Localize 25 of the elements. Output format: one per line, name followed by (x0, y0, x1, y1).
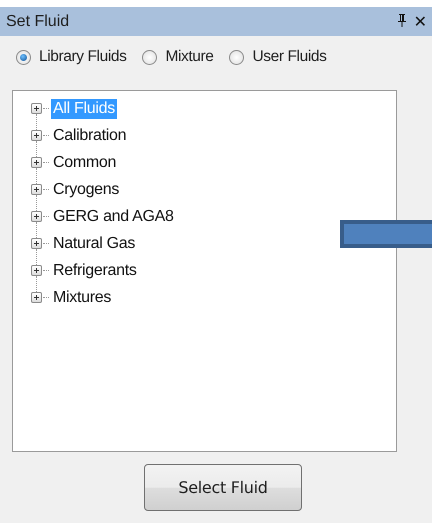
radio-option[interactable]: User Fluids (229, 48, 326, 66)
expand-icon[interactable] (31, 103, 42, 114)
radio-option[interactable]: Mixture (142, 48, 214, 66)
radio-option[interactable]: Library Fluids (16, 48, 126, 66)
radio-button[interactable] (142, 50, 158, 64)
pin-icon (396, 13, 408, 27)
expand-icon[interactable] (31, 157, 42, 168)
expand-icon[interactable] (31, 292, 42, 303)
radio-button[interactable] (229, 50, 244, 64)
expand-icon[interactable] (31, 211, 42, 222)
expand-icon[interactable] (31, 184, 42, 195)
tree-item[interactable]: Refrigerants (51, 260, 139, 280)
tree-item[interactable]: Cryogens (51, 180, 122, 200)
tree-item[interactable]: Mixtures (51, 288, 114, 308)
window-title: Set Fluid (6, 12, 70, 30)
close-button[interactable]: ✕ (410, 12, 430, 31)
tree-item[interactable]: Natural Gas (51, 234, 138, 254)
expand-icon[interactable] (31, 238, 42, 249)
expand-icon[interactable] (31, 130, 42, 141)
select-fluid-button[interactable]: Select Fluid (144, 464, 302, 511)
tree-item[interactable]: Calibration (51, 126, 128, 146)
tree-item[interactable]: Common (51, 152, 118, 172)
expand-icon[interactable] (31, 265, 42, 276)
tree-item[interactable]: GERG and AGA8 (51, 206, 176, 226)
radio-button[interactable] (16, 50, 31, 64)
